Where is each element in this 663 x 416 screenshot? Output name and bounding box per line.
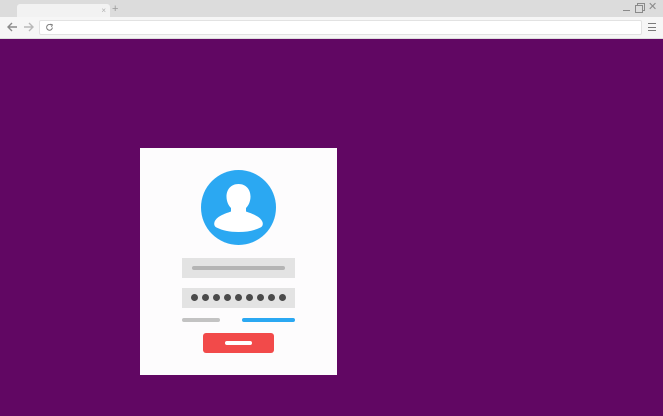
password-dot [257,294,264,301]
new-tab-icon[interactable]: + [112,3,118,15]
password-dot [235,294,242,301]
reload-icon[interactable] [45,23,54,32]
login-card [140,148,337,375]
login-button[interactable] [203,333,274,353]
login-button-label [225,341,252,345]
forward-arrow-icon[interactable] [22,20,36,34]
browser-tab[interactable]: × [17,4,110,17]
password-field[interactable] [182,288,295,308]
tab-close-icon[interactable]: × [101,4,106,17]
password-dot [268,294,275,301]
menu-icon[interactable] [648,23,656,31]
password-dot [224,294,231,301]
password-dot [246,294,253,301]
back-arrow-icon[interactable] [5,20,19,34]
password-dot [202,294,209,301]
address-bar[interactable] [39,20,642,35]
password-dot [279,294,286,301]
browser-toolbar [0,17,663,39]
password-dot [191,294,198,301]
user-silhouette-icon [201,170,276,245]
forgot-password-link[interactable] [242,318,295,322]
window-controls: ✕ [622,2,657,13]
password-mask [191,294,286,301]
restore-icon[interactable] [635,3,645,13]
remember-me-link[interactable] [182,318,220,322]
browser-chrome: × + ✕ [0,0,663,39]
tab-strip: × + ✕ [0,0,663,17]
close-icon[interactable]: ✕ [648,2,657,13]
minimize-icon[interactable] [622,3,631,12]
username-placeholder-bar [192,266,285,270]
username-field[interactable] [182,258,295,278]
page-viewport [0,39,663,416]
password-dot [213,294,220,301]
address-input[interactable] [58,21,628,34]
